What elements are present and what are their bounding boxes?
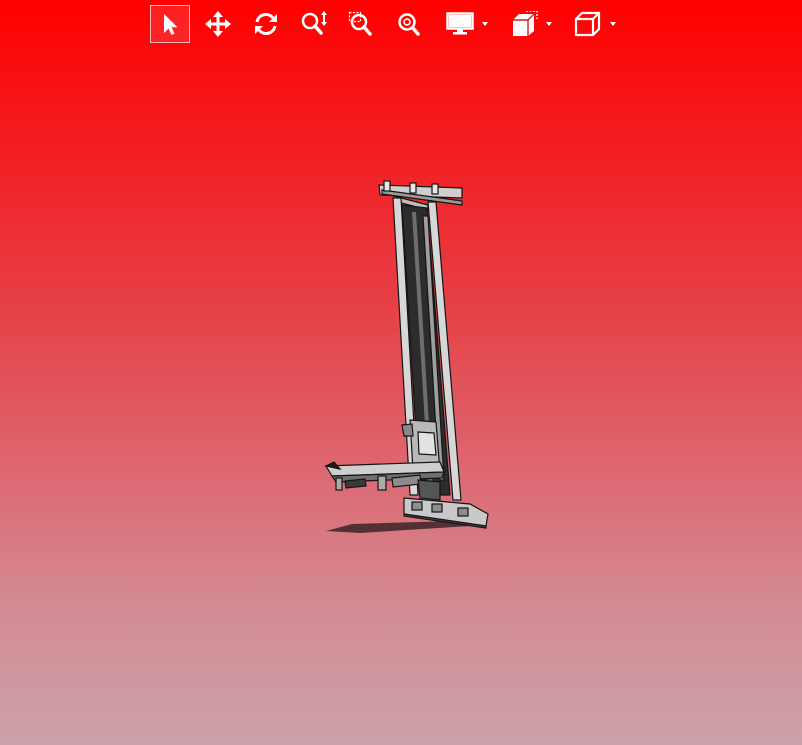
cable-machine-model <box>324 180 489 529</box>
3d-viewport[interactable] <box>0 0 802 745</box>
3d-model-render[interactable] <box>0 0 802 745</box>
